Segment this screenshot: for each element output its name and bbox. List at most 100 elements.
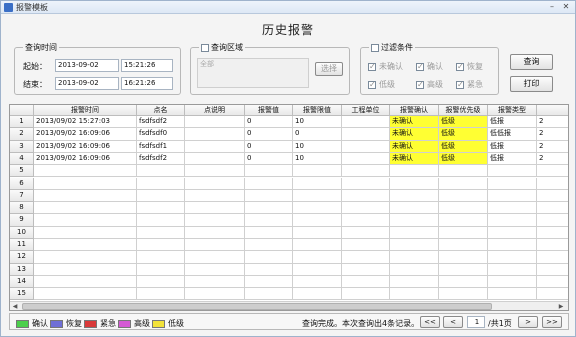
- table-row[interactable]: 7: [10, 189, 568, 203]
- cell-alarm-value: [245, 288, 293, 301]
- table-row[interactable]: 8: [10, 202, 568, 215]
- cell-unit: [342, 226, 390, 239]
- cell-ack-status: [390, 177, 439, 190]
- app-icon: [4, 3, 13, 12]
- cell-alarm-limit: 10: [293, 116, 342, 129]
- query-area-checkbox[interactable]: [201, 43, 209, 52]
- cell-priority: 低级: [439, 116, 488, 129]
- cell-point-desc: [185, 177, 245, 190]
- table-row[interactable]: 4 2013/09/02 16:09:06 fsdfsdf2 0 10 未确认 低级 低报 2: [10, 152, 568, 166]
- cell-alarm-time: [34, 251, 137, 264]
- first-page-button[interactable]: <<: [420, 316, 440, 328]
- cell-point-name: [137, 275, 185, 289]
- column-header-unit[interactable]: 工程单位: [342, 105, 390, 116]
- filter-legend[interactable]: 过滤条件: [369, 42, 415, 53]
- end-date-input[interactable]: 2013-09-02: [55, 77, 119, 90]
- query-area-input[interactable]: 全部: [197, 58, 309, 88]
- prev-page-button[interactable]: <: [443, 316, 463, 328]
- filter-low-checkbox[interactable]: [368, 80, 376, 89]
- cell-extra: 2: [537, 141, 568, 153]
- table-row[interactable]: 3 2013/09/02 16:09:06 fsdfsdf1 0 10 未确认 低级 低报 2: [10, 140, 568, 153]
- cell-alarm-value: [245, 214, 293, 227]
- table-row[interactable]: 9: [10, 214, 568, 227]
- query-time-group: 查询时间 起始： 2013-09-02 15:21:26 结束： 2013-09…: [14, 42, 181, 95]
- filter-high-checkbox[interactable]: [416, 80, 424, 89]
- column-header-alarm-limit[interactable]: 报警限值: [293, 105, 342, 116]
- column-header-alarm-type[interactable]: 报警类型: [488, 105, 537, 116]
- cell-alarm-value: [245, 177, 293, 190]
- filter-unconfirmed[interactable]: 未确认: [368, 61, 403, 72]
- cell-ack-status: [390, 275, 439, 289]
- query-button[interactable]: 查询: [510, 54, 553, 70]
- cell-alarm-time: 2013/09/02 16:09:06: [34, 140, 137, 153]
- query-time-legend: 查询时间: [23, 42, 59, 53]
- table-row[interactable]: 1 2013/09/02 15:27:03 fsdfsdf2 0 10 未确认 低级 低报 2: [10, 116, 568, 129]
- cell-alarm-limit: [293, 275, 342, 289]
- cell-alarm-type: [488, 275, 537, 289]
- legend-swatch: [16, 319, 29, 328]
- print-button[interactable]: 打印: [510, 76, 553, 92]
- column-header-point-name[interactable]: 点名: [137, 105, 185, 116]
- table-row[interactable]: 6: [10, 177, 568, 190]
- cell-alarm-value: [245, 263, 293, 276]
- end-time-input[interactable]: 16:21:26: [121, 77, 173, 90]
- cell-priority: [439, 288, 488, 301]
- table-row[interactable]: 12: [10, 251, 568, 264]
- horizontal-scrollbar[interactable]: ◀ ▶: [10, 301, 568, 310]
- column-header-priority[interactable]: 报警优先级: [439, 105, 488, 116]
- legend-urgent: 紧急: [84, 318, 116, 329]
- select-area-button[interactable]: 选择: [315, 62, 343, 76]
- cell-alarm-value: 0: [245, 128, 293, 141]
- filter-group: 过滤条件 未确认 确认 恢复 低级 高级 紧急: [360, 42, 499, 95]
- column-header-extra[interactable]: [537, 105, 568, 116]
- cell-point-name: fsdfsdf0: [137, 128, 185, 141]
- filter-low[interactable]: 低级: [368, 79, 395, 90]
- cell-extra: [537, 214, 568, 227]
- start-date-input[interactable]: 2013-09-02: [55, 59, 119, 72]
- start-time-input[interactable]: 15:21:26: [121, 59, 173, 72]
- query-area-legend[interactable]: 查询区域: [199, 42, 245, 53]
- filter-checkbox[interactable]: [371, 43, 379, 52]
- column-header-ack-status[interactable]: 报警确认: [390, 105, 439, 116]
- column-header-alarm-time[interactable]: 报警时间: [34, 105, 137, 116]
- filter-recovered[interactable]: 恢复: [456, 61, 483, 72]
- minimize-icon[interactable]: –: [545, 2, 559, 12]
- close-icon[interactable]: ✕: [559, 2, 573, 12]
- cell-alarm-type: [488, 202, 537, 215]
- scroll-left-icon[interactable]: ◀: [10, 302, 20, 310]
- table-row[interactable]: 15: [10, 288, 568, 301]
- cell-alarm-value: [245, 226, 293, 239]
- next-page-button[interactable]: >: [518, 316, 538, 328]
- cell-row-number: 8: [10, 202, 34, 215]
- column-header-row-number[interactable]: [10, 105, 34, 116]
- table-row[interactable]: 11: [10, 239, 568, 252]
- cell-alarm-value: [245, 251, 293, 264]
- cell-alarm-limit: 10: [293, 140, 342, 153]
- legend-swatch: [50, 319, 63, 328]
- column-header-point-desc[interactable]: 点说明: [185, 105, 245, 116]
- filter-confirmed[interactable]: 确认: [416, 61, 443, 72]
- scrollbar-thumb[interactable]: [22, 303, 492, 310]
- legend-recovered: 恢复: [50, 318, 82, 329]
- filter-urgent[interactable]: 紧急: [456, 79, 483, 90]
- table-row[interactable]: 14: [10, 275, 568, 289]
- last-page-button[interactable]: >>: [542, 316, 562, 328]
- table-row[interactable]: 13: [10, 263, 568, 276]
- page-number-input[interactable]: 1: [467, 316, 485, 328]
- filter-recovered-checkbox[interactable]: [456, 62, 464, 71]
- table-row[interactable]: 2 2013/09/02 16:09:06 fsdfsdf0 0 0 未确认 低级 低低报 2: [10, 128, 568, 141]
- cell-alarm-limit: [293, 288, 342, 301]
- column-header-alarm-value[interactable]: 报警值: [245, 105, 293, 116]
- cell-extra: [537, 190, 568, 203]
- filter-high[interactable]: 高级: [416, 79, 443, 90]
- filter-urgent-checkbox[interactable]: [456, 80, 464, 89]
- scroll-right-icon[interactable]: ▶: [556, 302, 566, 310]
- cell-point-name: [137, 177, 185, 190]
- table-row[interactable]: 5: [10, 165, 568, 178]
- table-row[interactable]: 10: [10, 226, 568, 239]
- filter-unconfirmed-checkbox[interactable]: [368, 62, 376, 71]
- cell-alarm-type: [488, 288, 537, 301]
- filter-confirmed-checkbox[interactable]: [416, 62, 424, 71]
- alarm-table[interactable]: 报警时间 点名 点说明 报警值 报警限值 工程单位 报警确认 报警优先级 报警类型 1 2013/…: [9, 104, 569, 311]
- cell-alarm-time: [34, 288, 137, 301]
